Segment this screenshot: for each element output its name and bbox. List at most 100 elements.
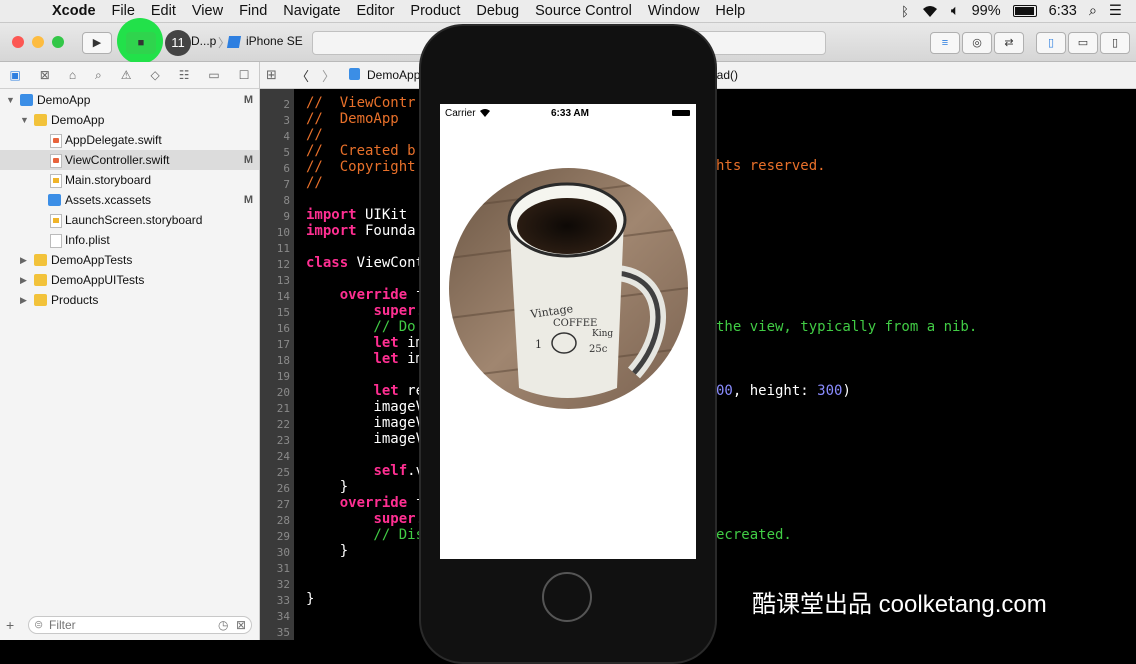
disclosure-open-icon[interactable]: ▼	[20, 110, 29, 130]
breakpoint-navigator-icon[interactable]: ▭	[208, 68, 219, 82]
menu-navigate[interactable]: Navigate	[275, 3, 348, 19]
home-button[interactable]	[542, 572, 592, 622]
version-editor-button[interactable]: ⇄	[994, 32, 1024, 54]
project-icon	[349, 68, 360, 80]
code-fragment: ecreated.	[716, 527, 792, 543]
line-number: 35	[276, 626, 290, 639]
window-zoom-button[interactable]	[52, 36, 64, 48]
nav-row-file[interactable]: Info.plist	[0, 230, 259, 250]
menu-help[interactable]: Help	[707, 3, 753, 19]
wifi-icon[interactable]	[921, 5, 939, 18]
add-file-icon[interactable]: +	[6, 617, 14, 633]
menu-debug[interactable]: Debug	[468, 3, 527, 19]
symbol-navigator-icon[interactable]: ⌂	[69, 68, 76, 82]
sim-battery-icon	[672, 110, 690, 116]
code-line: // Do	[306, 319, 416, 335]
spotlight-search-icon[interactable]: ⌕	[1089, 3, 1097, 19]
project-navigator-icon[interactable]: ▣	[9, 68, 20, 82]
menu-find[interactable]: Find	[231, 3, 275, 19]
line-number: 29	[276, 530, 290, 543]
code-line: import UIKit	[306, 207, 408, 223]
recent-files-icon[interactable]: ◷	[218, 618, 228, 632]
code-line: imageV	[306, 399, 425, 415]
bluetooth-icon[interactable]: ᛒ	[901, 4, 909, 19]
simulator-status-bar: Carrier 6:33 AM	[440, 104, 696, 122]
menu-editor[interactable]: Editor	[349, 3, 403, 19]
line-number: 10	[276, 226, 290, 239]
source-control-navigator-icon[interactable]: ⊠	[40, 68, 50, 82]
nav-row-group[interactable]: ▼ DemoApp	[0, 110, 259, 130]
storyboard-icon	[50, 174, 62, 188]
nav-row-file[interactable]: AppDelegate.swift	[0, 130, 259, 150]
nav-row-group[interactable]: ▶ DemoAppUITests	[0, 270, 259, 290]
folder-icon	[34, 294, 47, 306]
stop-button[interactable]: ■	[126, 32, 156, 54]
window-close-button[interactable]	[12, 36, 24, 48]
line-number: 8	[283, 194, 290, 207]
mug-text: 25c	[589, 344, 608, 355]
mug-text: King	[592, 329, 613, 339]
menu-source-control[interactable]: Source Control	[527, 3, 640, 19]
run-button[interactable]: ▶	[82, 32, 112, 54]
related-items-icon[interactable]: ⊞	[266, 67, 277, 83]
line-number: 9	[283, 210, 290, 223]
nav-row-group[interactable]: ▶ DemoAppTests	[0, 250, 259, 270]
device-icon	[226, 36, 242, 48]
activity-badge[interactable]: 11	[165, 30, 191, 56]
notification-center-icon[interactable]: ☰	[1109, 3, 1122, 19]
nav-row-file[interactable]: Assets.xcassets M	[0, 190, 259, 210]
assistant-editor-button[interactable]: ◎	[962, 32, 992, 54]
menu-app-name[interactable]: Xcode	[42, 3, 104, 19]
jump-bar-project[interactable]: DemoApp	[367, 68, 420, 82]
assets-folder-icon	[48, 194, 61, 206]
menu-window[interactable]: Window	[640, 3, 708, 19]
source-control-filter-icon[interactable]: ⊠	[236, 618, 246, 632]
battery-icon[interactable]	[1012, 5, 1037, 17]
menu-file[interactable]: File	[104, 3, 143, 19]
line-number: 12	[276, 258, 290, 271]
issue-navigator-icon[interactable]: ⚠	[121, 68, 132, 82]
filter-icon: ⊜	[34, 619, 44, 631]
test-navigator-icon[interactable]: ◇	[150, 68, 159, 82]
menu-view[interactable]: View	[184, 3, 231, 19]
debug-navigator-icon[interactable]: ☷	[179, 68, 190, 82]
line-number: 13	[276, 274, 290, 287]
nav-row-file[interactable]: LaunchScreen.storyboard	[0, 210, 259, 230]
toggle-utilities-button[interactable]: ▯	[1100, 32, 1130, 54]
line-number: 24	[276, 450, 290, 463]
nav-row-group[interactable]: ▶ Products	[0, 290, 259, 310]
nav-row-file[interactable]: Main.storyboard	[0, 170, 259, 190]
menu-clock[interactable]: 6:33	[1049, 3, 1077, 19]
disclosure-closed-icon[interactable]: ▶	[20, 270, 27, 290]
battery-percent[interactable]: 99%	[972, 3, 1001, 19]
nav-row-file-selected[interactable]: ViewController.swift M	[0, 150, 259, 170]
line-number: 14	[276, 290, 290, 303]
navigator-selector-bar: ▣ ⊠ ⌂ ⌕ ⚠ ◇ ☷ ▭ ☐	[0, 62, 259, 89]
circular-image-view: Vintage COFFEE King 1 25c	[449, 168, 688, 409]
find-navigator-icon[interactable]: ⌕	[95, 68, 102, 83]
watermark: 酷课堂出品 coolketang.com	[752, 591, 1047, 618]
volume-icon[interactable]: 🔈︎	[951, 3, 960, 19]
back-button[interactable]: 〈	[296, 66, 309, 85]
toggle-navigator-button[interactable]: ▯	[1036, 32, 1066, 54]
line-number: 27	[276, 498, 290, 511]
device-selector[interactable]: iPhone SE	[246, 34, 303, 48]
standard-editor-button[interactable]: ≡	[930, 32, 960, 54]
disclosure-open-icon[interactable]: ▼	[6, 90, 15, 110]
report-navigator-icon[interactable]: ☐	[239, 68, 250, 82]
menu-product[interactable]: Product	[402, 3, 468, 19]
code-line: }	[306, 479, 349, 495]
window-minimize-button[interactable]	[32, 36, 44, 48]
code-line: // Copyright	[306, 159, 416, 175]
scheme-selector[interactable]: D...p	[191, 34, 216, 48]
disclosure-closed-icon[interactable]: ▶	[20, 290, 27, 310]
line-number: 33	[276, 594, 290, 607]
forward-button[interactable]: 〉	[322, 66, 335, 85]
line-number: 30	[276, 546, 290, 559]
toggle-debug-area-button[interactable]: ▭	[1068, 32, 1098, 54]
code-line: }	[306, 543, 349, 559]
menu-edit[interactable]: Edit	[143, 3, 184, 19]
disclosure-closed-icon[interactable]: ▶	[20, 250, 27, 270]
line-number: 28	[276, 514, 290, 527]
nav-row-project[interactable]: ▼ DemoApp M	[0, 90, 259, 110]
